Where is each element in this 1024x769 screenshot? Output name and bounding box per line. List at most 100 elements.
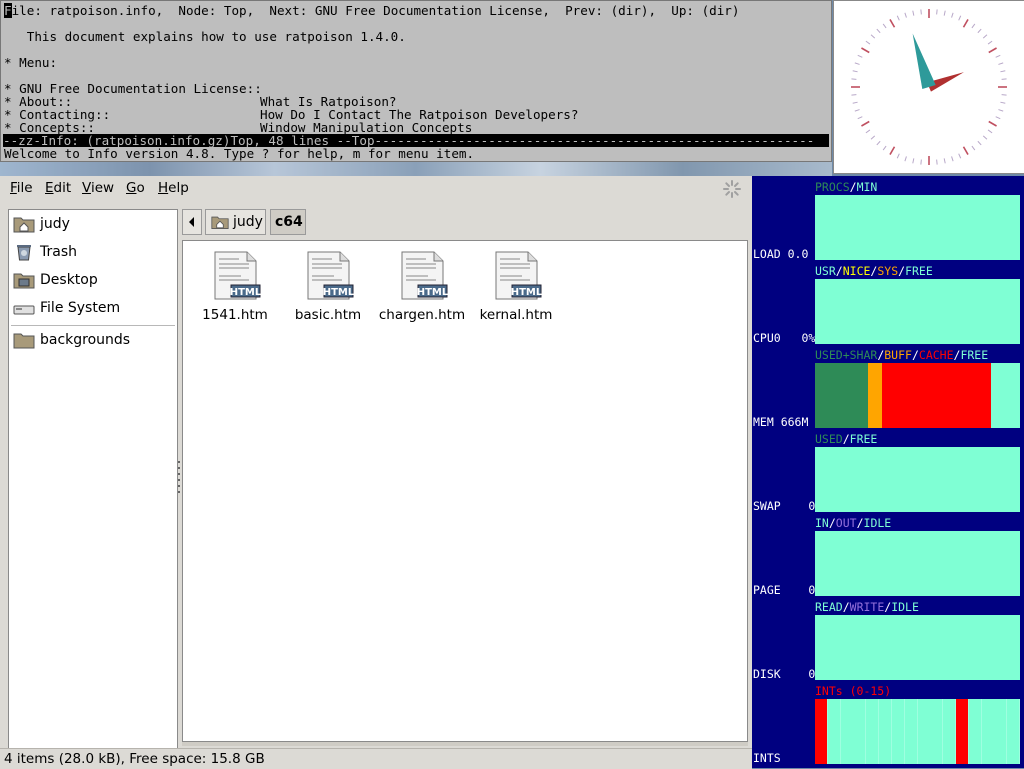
cpu-value: CPU0 0% [753, 331, 816, 345]
file-item[interactable]: HTML chargen.htm [374, 251, 470, 331]
sidebar-item-file-system[interactable]: File System [13, 297, 175, 321]
path-back-button[interactable] [182, 209, 202, 235]
path-button-label: c64 [275, 214, 303, 230]
file-item[interactable]: HTML basic.htm [280, 251, 376, 331]
clock-tick [857, 54, 863, 58]
cpu-graph [815, 279, 1020, 344]
menu-help[interactable]: Help [158, 180, 189, 196]
mem-buff-bar [868, 363, 882, 428]
header-segment: / [849, 180, 857, 194]
interrupt-bar [969, 699, 982, 764]
clock-tick [987, 40, 993, 45]
html-file-icon: HTML [401, 251, 448, 300]
clock-tick [896, 153, 900, 159]
clock-tick [962, 19, 969, 28]
menu-edit[interactable]: Edit [45, 180, 71, 196]
clock-tick [995, 116, 1001, 120]
clock-tick [851, 78, 857, 80]
clock-tick [971, 23, 976, 29]
file-name: basic.htm [294, 307, 362, 323]
info-terminal-window[interactable]: File: ratpoison.info, Node: Top, Next: G… [0, 0, 832, 162]
info-header-line: File: ratpoison.info, Node: Top, Next: G… [4, 3, 739, 18]
sidebar-item-backgrounds[interactable]: backgrounds [13, 329, 175, 353]
pane-resize-handle[interactable] [177, 459, 181, 495]
html-file-icon: HTML [495, 251, 542, 300]
header-segment: WRITE [849, 600, 885, 614]
file-name: 1541.htm [202, 307, 268, 323]
mem-cache-bar [882, 363, 991, 428]
trash-icon [17, 245, 31, 261]
path-button-judy[interactable]: judy [205, 209, 266, 235]
header-segment: OUT [835, 516, 857, 530]
interrupt-bar [866, 699, 879, 764]
header-segment: IDLE [863, 516, 892, 530]
clock-tick [912, 10, 915, 16]
header-segment: / [828, 516, 836, 530]
procs-header: PROCS/MIN [815, 180, 877, 194]
info-intro: This document explains how to use ratpoi… [4, 29, 406, 44]
desktop-background [0, 162, 832, 176]
header-segment: / [856, 516, 864, 530]
svg-text:HTML: HTML [323, 287, 354, 298]
ints-header: INTs (0-15) [815, 684, 891, 698]
header-segment: / [842, 432, 850, 446]
clock-tick [977, 28, 982, 34]
header-segment: USED+SHAR [815, 348, 878, 362]
header-segment: / [835, 264, 843, 278]
clock-tick [1001, 78, 1007, 80]
clock-tick [861, 47, 870, 54]
path-button-label: judy [233, 214, 263, 230]
file-name: kernal.htm [479, 307, 553, 323]
clock-tick [951, 156, 954, 162]
status-text: 4 items (28.0 kB), Free space: 15.8 GB [4, 751, 265, 767]
sidebar-item-label: judy [40, 216, 70, 232]
system-monitor: PROCS/MIN LOAD 0.0 USR/NICE/SYS/FREE CPU… [752, 176, 1024, 768]
clock-minute-hand [912, 33, 936, 90]
disk-value: DISK 0 [753, 667, 816, 681]
header-segment: INTs (0-15) [815, 684, 892, 698]
home-folder-icon [211, 216, 229, 229]
sidebar-item-label: backgrounds [40, 332, 131, 348]
clock-tick [987, 129, 993, 134]
header-segment: NICE [842, 264, 871, 278]
ints-graph [815, 699, 1020, 764]
mem-used-bar [815, 363, 868, 428]
horizontal-scrollbar[interactable] [182, 742, 748, 746]
header-segment: IN [815, 516, 829, 530]
file-item[interactable]: HTML 1541.htm [187, 251, 283, 331]
sidebar-item-judy[interactable]: judy [13, 213, 175, 237]
file-item[interactable]: HTML kernal.htm [468, 251, 564, 331]
menu-file[interactable]: File [10, 180, 33, 196]
load-graph [815, 195, 1020, 260]
menu-view[interactable]: View [82, 180, 114, 196]
places-sidebar: judy Trash Desktop File System backgroun… [8, 209, 178, 767]
cpu-header: USR/NICE/SYS/FREE [815, 264, 933, 278]
clock-tick [962, 146, 969, 155]
header-segment: IDLE [891, 600, 919, 614]
sidebar-item-desktop[interactable]: Desktop [13, 269, 175, 293]
header-segment: MIN [856, 180, 878, 194]
sidebar-item-trash[interactable]: Trash [13, 241, 175, 265]
swap-header: USED/FREE [815, 432, 877, 446]
mem-value: MEM 666M [753, 415, 809, 429]
path-button-c64[interactable]: c64 [270, 209, 306, 235]
header-segment: FREE [960, 348, 989, 362]
disk-header: READ/WRITE/IDLE [815, 600, 919, 614]
load-value: LOAD 0.0 [753, 247, 809, 261]
folder-icon [13, 333, 35, 349]
sidebar-separator [11, 325, 175, 326]
header-segment: FREE [849, 432, 878, 446]
clock-tick [889, 146, 896, 155]
drive-icon [13, 305, 35, 315]
clock-tick [920, 9, 922, 15]
menu-go[interactable]: Go [126, 180, 145, 196]
clock-tick [870, 135, 876, 140]
clock-tick [995, 54, 1001, 58]
clock-tick [904, 12, 907, 18]
clock-tick [998, 62, 1004, 65]
header-segment: / [842, 600, 850, 614]
page-value: PAGE 0 [753, 583, 816, 597]
text-cursor: F [4, 3, 12, 18]
mem-header: USED+SHAR/BUFF/CACHE/FREE [815, 348, 988, 362]
clock-tick [982, 34, 988, 39]
